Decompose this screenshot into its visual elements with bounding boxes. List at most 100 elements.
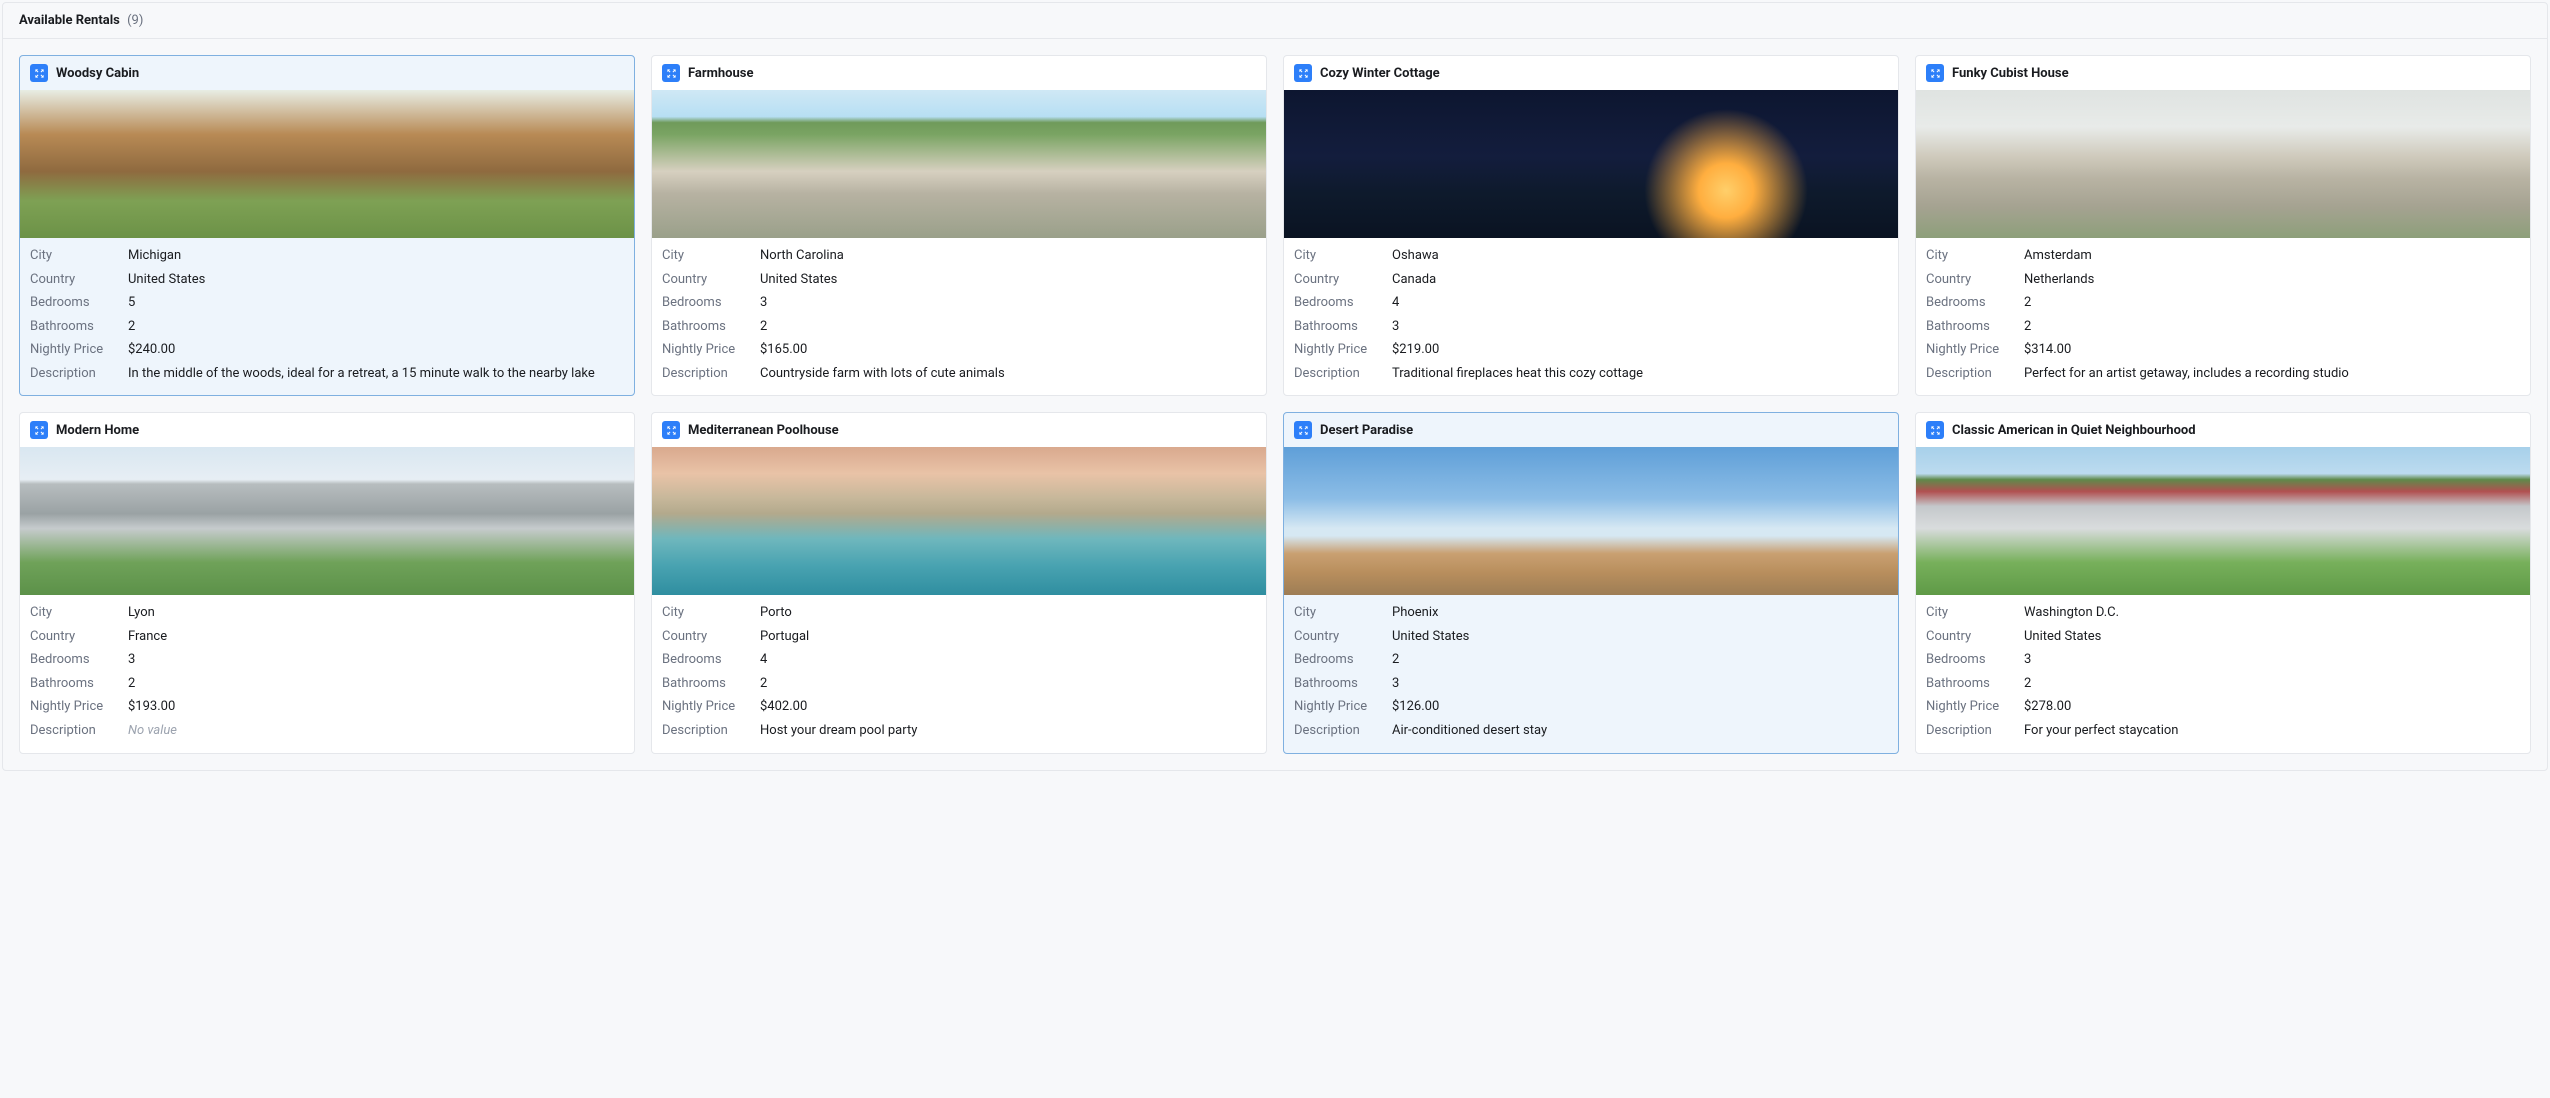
card-image xyxy=(652,447,1266,595)
field-label-nightly-price: Nightly Price xyxy=(662,698,760,716)
card-image xyxy=(20,90,634,238)
field-row-bedrooms: Bedrooms2 xyxy=(1294,648,1888,672)
field-label-description: Description xyxy=(1294,365,1392,383)
field-label-bedrooms: Bedrooms xyxy=(1926,651,2024,669)
rental-card[interactable]: Desert Paradise CityPhoenixCountryUnited … xyxy=(1283,412,1899,753)
field-row-description: DescriptionIn the middle of the woods, i… xyxy=(30,362,624,386)
expand-icon[interactable] xyxy=(1926,421,1944,439)
field-label-city: City xyxy=(1926,604,2024,622)
field-value-city: Amsterdam xyxy=(2024,247,2520,265)
card-image xyxy=(1916,90,2530,238)
card-body: CityNorth Carolina CountryUnited States Be… xyxy=(652,238,1266,395)
field-value-bathrooms: 2 xyxy=(128,318,624,336)
field-label-nightly-price: Nightly Price xyxy=(662,341,760,359)
expand-icon[interactable] xyxy=(1294,421,1312,439)
card-title: Mediterranean Poolhouse xyxy=(688,423,839,438)
field-label-description: Description xyxy=(1294,722,1392,740)
cards-grid: Woodsy CabinCityMichiganCountryUnited St… xyxy=(3,39,2547,770)
field-label-nightly-price: Nightly Price xyxy=(1926,698,2024,716)
field-label-city: City xyxy=(1926,247,2024,265)
field-value-bedrooms: 2 xyxy=(1392,651,1888,669)
field-value-nightly-price: $193.00 xyxy=(128,698,624,716)
field-label-nightly-price: Nightly Price xyxy=(30,341,128,359)
field-value-bathrooms: 3 xyxy=(1392,675,1888,693)
rental-card[interactable]: Funky Cubist HouseCityAmsterdamCountryNe… xyxy=(1915,55,2531,396)
field-row-description: DescriptionPerfect for an artist getaway… xyxy=(1926,362,2520,386)
field-label-bedrooms: Bedrooms xyxy=(1294,651,1392,669)
rental-card[interactable]: Woodsy CabinCityMichiganCountryUnited St… xyxy=(19,55,635,396)
expand-icon[interactable] xyxy=(662,421,680,439)
field-row-bathrooms: Bathrooms3 xyxy=(1294,315,1888,339)
field-label-nightly-price: Nightly Price xyxy=(1294,698,1392,716)
field-row-description: DescriptionNo value xyxy=(30,719,624,743)
field-label-description: Description xyxy=(30,365,128,383)
card-title: Classic American in Quiet Neighbourhood xyxy=(1952,423,2196,438)
field-row-nightly-price: Nightly Price$278.00 xyxy=(1926,695,2520,719)
field-value-description: For your perfect staycation xyxy=(2024,722,2520,740)
field-label-country: Country xyxy=(662,271,760,289)
field-row-city: CityWashington D.C. xyxy=(1926,601,2520,625)
field-value-description: Host your dream pool party xyxy=(760,722,1256,740)
field-value-nightly-price: $278.00 xyxy=(2024,698,2520,716)
field-label-city: City xyxy=(1294,247,1392,265)
field-row-nightly-price: Nightly Price$126.00 xyxy=(1294,695,1888,719)
field-value-bathrooms: 3 xyxy=(1392,318,1888,336)
field-label-country: Country xyxy=(1294,271,1392,289)
card-header: Farmhouse xyxy=(652,56,1266,90)
expand-icon[interactable] xyxy=(30,421,48,439)
field-row-city: CityNorth Carolina xyxy=(662,244,1256,268)
rental-card[interactable]: Farmhouse CityNorth Carolina CountryUnited… xyxy=(651,55,1267,396)
expand-icon[interactable] xyxy=(30,64,48,82)
field-row-bathrooms: Bathrooms3 xyxy=(1294,672,1888,696)
field-row-nightly-price: Nightly Price$240.00 xyxy=(30,338,624,362)
field-row-bathrooms: Bathrooms2 xyxy=(662,672,1256,696)
field-label-description: Description xyxy=(662,722,760,740)
field-label-bedrooms: Bedrooms xyxy=(662,651,760,669)
card-title: Desert Paradise xyxy=(1320,423,1413,438)
field-label-description: Description xyxy=(30,722,128,740)
field-label-country: Country xyxy=(662,628,760,646)
field-row-bedrooms: Bedrooms3 xyxy=(30,648,624,672)
rental-card[interactable]: Cozy Winter CottageCityOshawaCountryCana… xyxy=(1283,55,1899,396)
field-value-description: Traditional fireplaces heat this cozy co… xyxy=(1392,365,1888,383)
field-row-nightly-price: Nightly Price$165.00 xyxy=(662,338,1256,362)
card-body: CityWashington D.C.CountryUnited StatesB… xyxy=(1916,595,2530,752)
field-label-nightly-price: Nightly Price xyxy=(1294,341,1392,359)
rental-card[interactable]: Classic American in Quiet Neighbourhood C… xyxy=(1915,412,2531,753)
field-value-nightly-price: $219.00 xyxy=(1392,341,1888,359)
field-value-city: North Carolina xyxy=(760,247,1256,265)
field-row-bedrooms: Bedrooms3 xyxy=(1926,648,2520,672)
card-title: Farmhouse xyxy=(688,66,754,81)
field-row-country: CountryUnited States xyxy=(1926,625,2520,649)
field-value-country: United States xyxy=(760,271,1256,289)
card-image xyxy=(652,90,1266,238)
rentals-panel: Available Rentals (9) Woodsy CabinCityMi… xyxy=(2,2,2548,771)
field-label-nightly-price: Nightly Price xyxy=(1926,341,2024,359)
field-value-bedrooms: 3 xyxy=(128,651,624,669)
card-body: CityPhoenixCountryUnited StatesBedrooms2… xyxy=(1284,595,1898,752)
field-row-bathrooms: Bathrooms2 xyxy=(1926,315,2520,339)
card-body: CityLyonCountryFranceBedrooms3Bathrooms2… xyxy=(20,595,634,752)
expand-icon[interactable] xyxy=(1294,64,1312,82)
field-value-bathrooms: 2 xyxy=(760,318,1256,336)
field-row-nightly-price: Nightly Price$219.00 xyxy=(1294,338,1888,362)
field-label-description: Description xyxy=(662,365,760,383)
field-label-bedrooms: Bedrooms xyxy=(1294,294,1392,312)
field-row-nightly-price: Nightly Price$314.00 xyxy=(1926,338,2520,362)
field-value-description: Perfect for an artist getaway, includes … xyxy=(2024,365,2520,383)
card-title: Modern Home xyxy=(56,423,139,438)
field-row-bathrooms: Bathrooms2 xyxy=(1926,672,2520,696)
field-row-bedrooms: Bedrooms3 xyxy=(662,291,1256,315)
field-row-bedrooms: Bedrooms2 xyxy=(1926,291,2520,315)
field-label-bedrooms: Bedrooms xyxy=(1926,294,2024,312)
expand-icon[interactable] xyxy=(662,64,680,82)
field-value-country: United States xyxy=(128,271,624,289)
expand-icon[interactable] xyxy=(1926,64,1944,82)
card-body: CityAmsterdamCountryNetherlandsBedrooms2… xyxy=(1916,238,2530,395)
field-value-country: Portugal xyxy=(760,628,1256,646)
card-title: Cozy Winter Cottage xyxy=(1320,66,1440,81)
rental-card[interactable]: Mediterranean PoolhouseCityPortoCountryP… xyxy=(651,412,1267,753)
field-value-country: France xyxy=(128,628,624,646)
field-row-description: DescriptionCountryside farm with lots of… xyxy=(662,362,1256,386)
rental-card[interactable]: Modern HomeCityLyonCountryFranceBedrooms… xyxy=(19,412,635,753)
